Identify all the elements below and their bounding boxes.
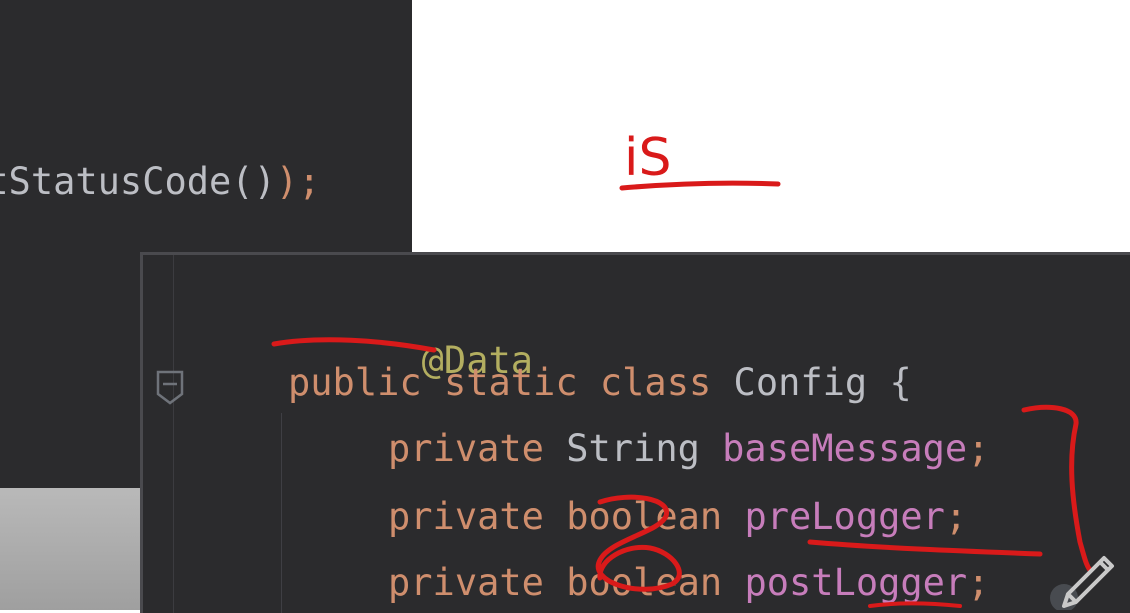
- code-line-class-decl: public static class Config {: [288, 361, 912, 405]
- bottom-code-editor: @Data public static class Config { priva…: [140, 252, 1130, 613]
- keyword-private: private: [388, 561, 544, 604]
- code-line-field-basemessage: private String baseMessage;: [388, 427, 989, 471]
- field-name: preLogger: [744, 495, 945, 538]
- field-name: postLogger: [744, 561, 968, 604]
- keyword-private: private: [388, 495, 544, 538]
- keyword-public: public: [288, 361, 422, 404]
- code-punct: );: [275, 160, 321, 203]
- semicolon: ;: [944, 495, 968, 538]
- type-token: String: [566, 427, 700, 470]
- whiteboard-area: [412, 0, 1130, 252]
- code-line-field-prelogger: private boolean preLogger;: [388, 495, 967, 539]
- background-strip: [0, 488, 140, 610]
- keyword-private: private: [388, 427, 544, 470]
- pen-tool-icon[interactable]: [1050, 540, 1120, 610]
- keyword-class: class: [599, 361, 712, 404]
- semicolon: ;: [967, 427, 990, 470]
- open-brace: {: [889, 361, 912, 404]
- semicolon: ;: [967, 561, 990, 604]
- code-text: etStatusCode(): [0, 160, 276, 203]
- type-token: boolean: [566, 495, 723, 538]
- class-name: Config: [733, 361, 868, 404]
- field-name: baseMessage: [722, 427, 968, 470]
- keyword-static: static: [443, 361, 578, 404]
- type-token: boolean: [566, 561, 723, 604]
- code-line-status: etStatusCode());: [0, 160, 320, 204]
- code-line-field-postlogger: private boolean postLogger;: [388, 561, 989, 605]
- code-area[interactable]: @Data public static class Config { priva…: [143, 255, 1130, 613]
